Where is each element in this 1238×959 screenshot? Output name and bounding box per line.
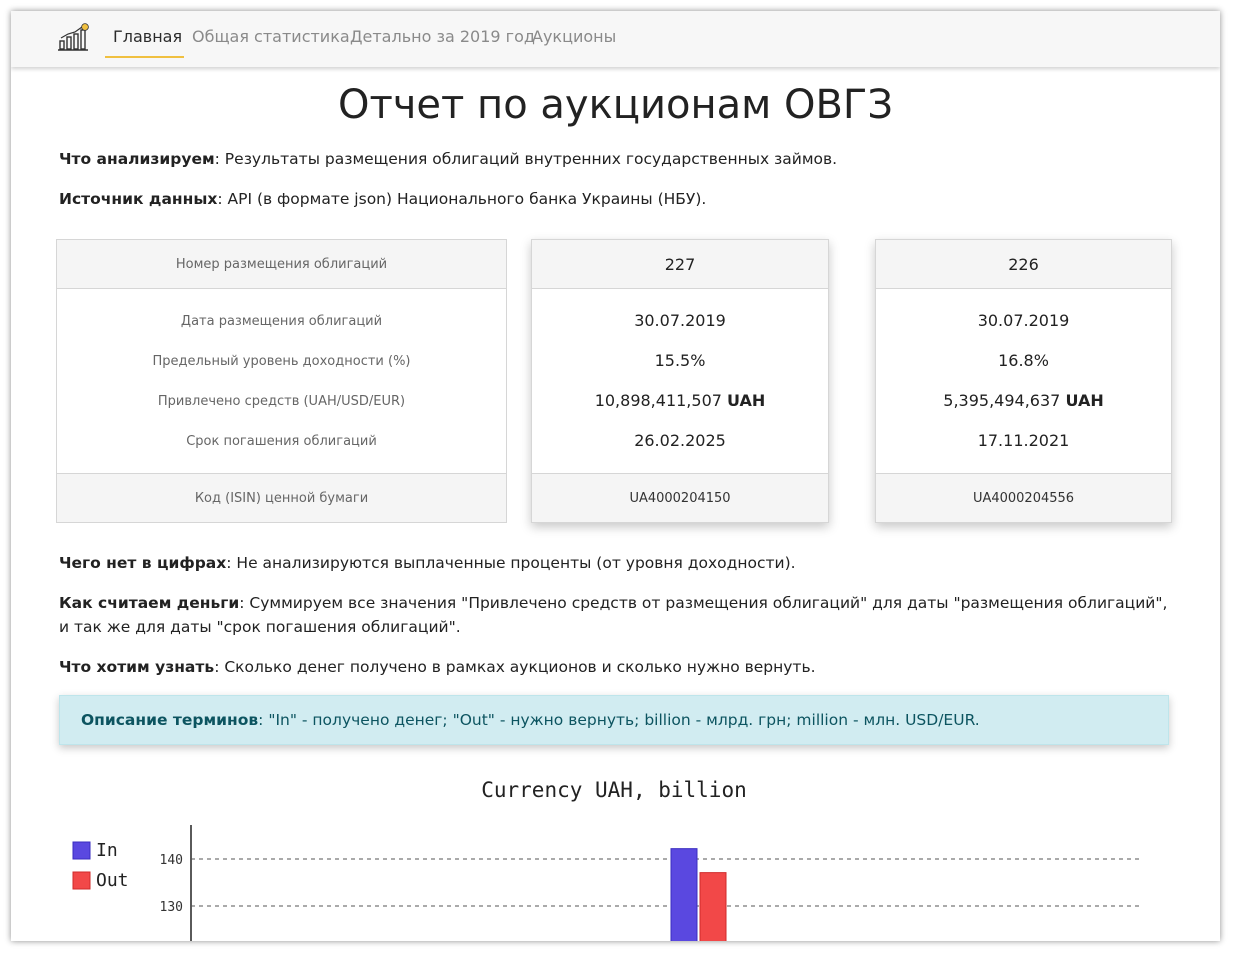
note-goal: Что хотим узнать: Сколько денег получено… bbox=[59, 655, 1179, 679]
nav-auctions[interactable]: Аукционы bbox=[532, 11, 616, 59]
note-calc-key: Как считаем деньги bbox=[59, 594, 240, 612]
intro-source-text: : API (в формате json) Национального бан… bbox=[217, 190, 707, 208]
nav-home[interactable]: Главная bbox=[113, 11, 182, 59]
intro-what-text: : Результаты размещения облигаций внутре… bbox=[214, 150, 838, 168]
bond-card-226: 226 30.07.2019 16.8% 5,395,494,637 UAH 1… bbox=[875, 239, 1172, 523]
intro-source: Источник данных: API (в формате json) На… bbox=[59, 187, 1179, 211]
note-goal-key: Что хотим узнать bbox=[59, 658, 215, 676]
uah-bar-chart: Currency UAH, billion 140130120 InOut bbox=[72, 778, 1141, 941]
bond-isin: UA4000204150 bbox=[532, 473, 828, 522]
bond-amount-value: 10,898,411,507 bbox=[594, 391, 722, 410]
note-calc: Как считаем деньги: Суммируем все значен… bbox=[59, 591, 1179, 639]
bond-amount: 5,395,494,637 UAH bbox=[876, 391, 1171, 410]
label-yield: Предельный уровень доходности (%) bbox=[152, 354, 411, 369]
note-goal-text: : Сколько денег получено в рамках аукцио… bbox=[214, 658, 816, 676]
bond-number: 227 bbox=[532, 240, 828, 289]
bond-currency: UAH bbox=[1065, 391, 1104, 410]
labels-card: Номер размещения облигаций Дата размещен… bbox=[56, 239, 507, 523]
bond-isin: UA4000204556 bbox=[876, 473, 1171, 522]
legend-label-in: In bbox=[96, 840, 118, 861]
bond-currency: UAH bbox=[727, 391, 766, 410]
chart-bar-out bbox=[699, 872, 727, 941]
browser-window: Главная Общая статистика Детально за 201… bbox=[11, 11, 1220, 941]
bond-date: 30.07.2019 bbox=[634, 311, 726, 330]
chart-y-tick-label: 140 bbox=[160, 853, 183, 868]
label-date: Дата размещения облигаций bbox=[180, 314, 383, 329]
terms-alert: Описание терминов: "In" - получено денег… bbox=[59, 695, 1169, 745]
legend-swatch-out bbox=[72, 871, 91, 890]
nav-active-underline bbox=[105, 56, 184, 58]
intro-what: Что анализируем: Результаты размещения о… bbox=[59, 147, 1179, 171]
chart-logo-icon[interactable] bbox=[58, 23, 90, 53]
terms-key: Описание терминов bbox=[81, 711, 259, 729]
chart-y-tick-label: 130 bbox=[160, 900, 183, 915]
bond-maturity: 26.02.2025 bbox=[634, 431, 726, 450]
bond-date: 30.07.2019 bbox=[977, 311, 1070, 330]
label-maturity: Срок погашения облигаций bbox=[186, 434, 377, 449]
page-title: Отчет по аукционам ОВГЗ bbox=[338, 82, 893, 128]
note-missing-text: : Не анализируются выплаченные проценты … bbox=[226, 554, 796, 572]
bond-amount: 10,898,411,507 UAH bbox=[532, 391, 828, 410]
bond-yield: 16.8% bbox=[998, 351, 1049, 370]
note-missing-key: Чего нет в цифрах bbox=[59, 554, 227, 572]
nav-details-2019[interactable]: Детально за 2019 год bbox=[350, 11, 535, 59]
bond-card-227: 227 30.07.2019 15.5% 10,898,411,507 UAH … bbox=[531, 239, 829, 523]
chart-bar-in bbox=[670, 848, 698, 941]
top-navbar: Главная Общая статистика Детально за 201… bbox=[11, 11, 1220, 67]
bond-maturity: 17.11.2021 bbox=[977, 431, 1070, 450]
note-missing: Чего нет в цифрах: Не анализируются выпл… bbox=[59, 551, 1179, 575]
terms-text: : "In" - получено денег; "Out" - нужно в… bbox=[258, 711, 980, 729]
bond-number: 226 bbox=[876, 240, 1171, 289]
legend-label-out: Out bbox=[96, 870, 129, 891]
labels-head: Номер размещения облигаций bbox=[57, 240, 506, 289]
chart-title: Currency UAH, billion bbox=[481, 778, 747, 802]
bond-yield: 15.5% bbox=[654, 351, 706, 370]
label-amount: Привлечено средств (UAH/USD/EUR) bbox=[157, 394, 406, 409]
intro-source-key: Источник данных bbox=[59, 190, 218, 208]
intro-what-key: Что анализируем bbox=[59, 150, 215, 168]
nav-general-stats[interactable]: Общая статистика bbox=[192, 11, 350, 59]
bond-amount-value: 5,395,494,637 bbox=[943, 391, 1061, 410]
labels-foot: Код (ISIN) ценной бумаги bbox=[57, 473, 506, 522]
legend-swatch-in bbox=[72, 841, 91, 860]
